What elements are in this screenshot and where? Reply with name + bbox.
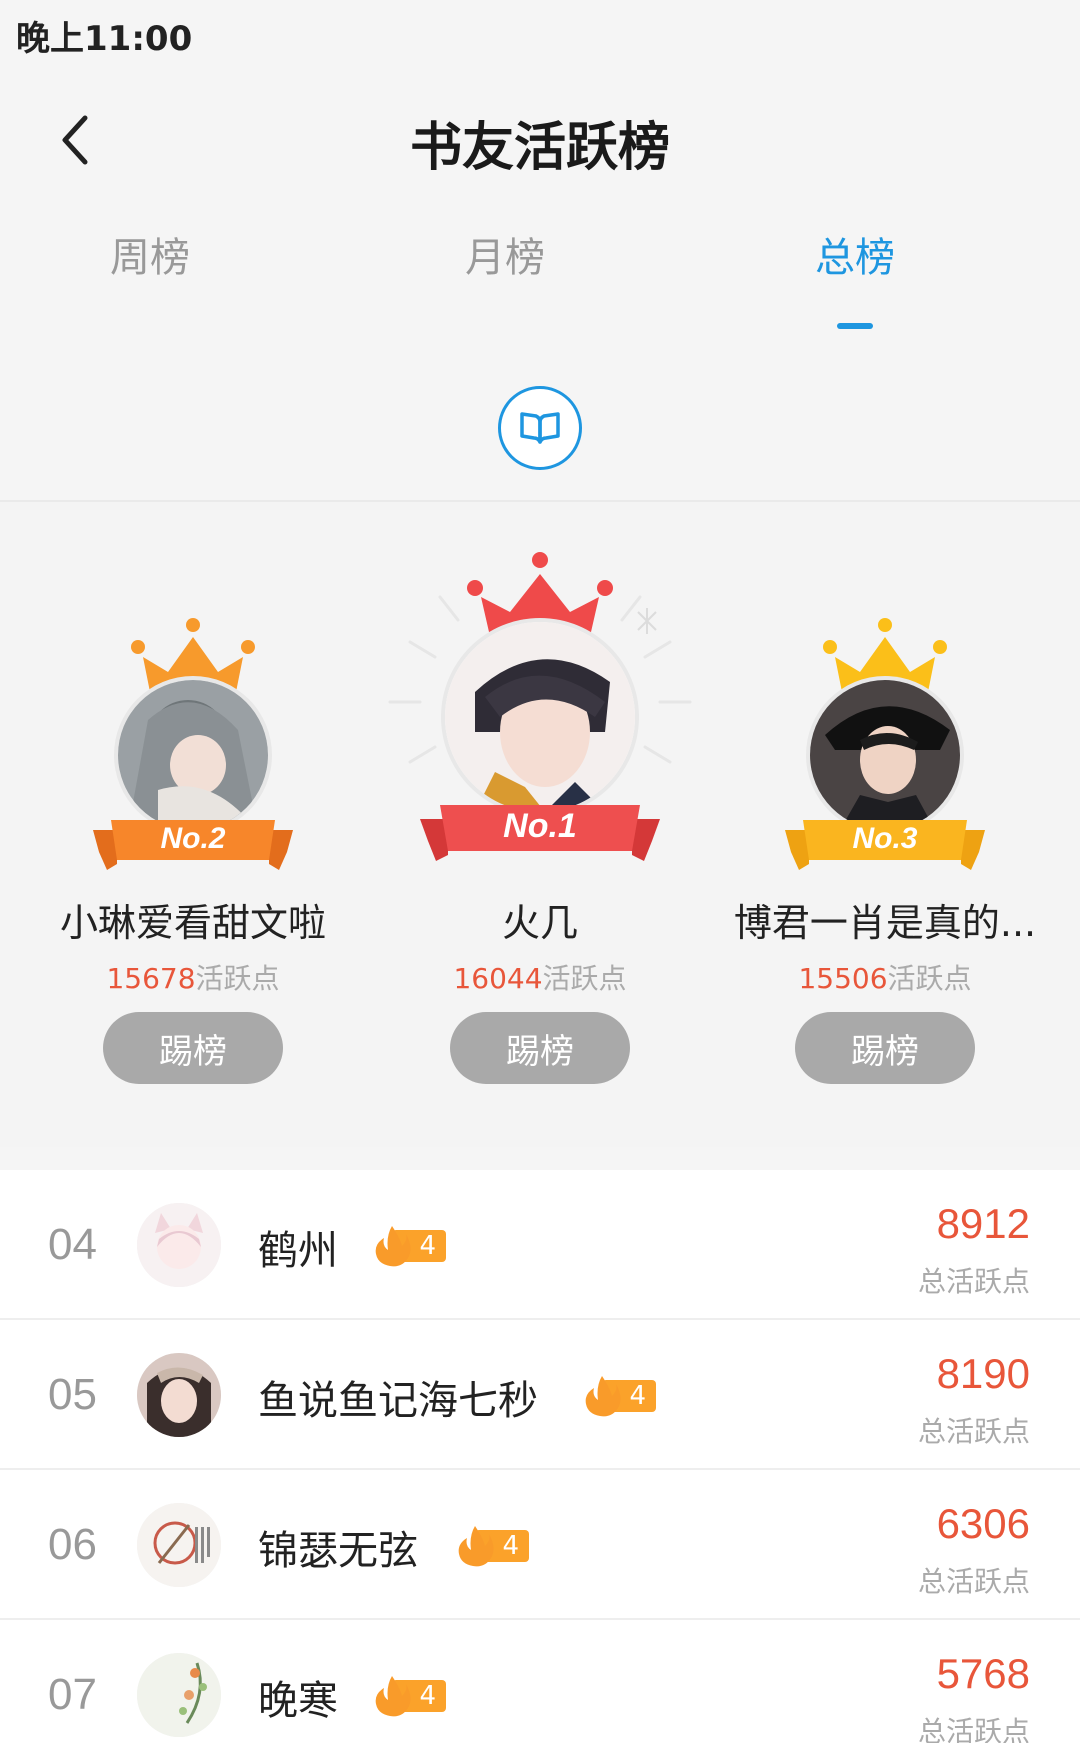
podium-second[interactable]: No.2 小琳爱看甜文啦 15678活跃点 踢榜 [13,502,373,1147]
kick-button[interactable]: 踢榜 [795,1012,975,1084]
avatar [118,680,268,830]
score-label: 总活跃点 [917,1265,1030,1298]
level-badge: 4 [372,1226,446,1267]
podium: No.2 小琳爱看甜文啦 15678活跃点 踢榜 No.1 火几 16044活跃… [0,502,1080,1147]
flame-icon [458,1526,494,1567]
tab-bar: 周榜 月榜 总榜 [0,225,1080,335]
score-value: 5768 [936,1650,1030,1697]
tab-total[interactable]: 总榜 [705,225,1005,335]
status-time: 晚上11:00 [16,18,193,59]
list-item[interactable]: 07 晚寒 4 5768 总活跃点 [0,1620,1080,1743]
user-name: 晚寒 [258,1678,338,1724]
open-book-icon [520,412,560,444]
avatar [137,1503,221,1587]
points-unit: 活跃点 [887,962,972,995]
list-item[interactable]: 05 鱼说鱼记海七秒 4 8190 总活跃点 [0,1320,1080,1470]
podium-first[interactable]: No.1 火几 16044活跃点 踢榜 [360,502,720,1147]
points-value: 15678 [106,962,196,995]
flame-icon [585,1376,621,1417]
tab-label: 周榜 [110,235,190,281]
points-value: 15506 [798,962,888,995]
score-label: 总活跃点 [917,1415,1030,1448]
rank-number: 04 [48,1220,97,1269]
avatar [445,622,635,812]
rank-label: No.1 [503,807,577,845]
kick-button[interactable]: 踢榜 [450,1012,630,1084]
status-bar: 晚上11:00 [0,0,1080,70]
user-name: 博君一肖是真的... [733,901,1037,945]
podium-third[interactable]: No.3 博君一肖是真的... 15506活跃点 踢榜 [705,502,1065,1147]
points-value: 16044 [453,962,543,995]
level-badge: 4 [372,1676,446,1717]
avatar [137,1653,221,1737]
avatar [810,680,960,830]
tab-weekly[interactable]: 周榜 [0,225,300,335]
tab-active-indicator [837,323,873,329]
score-label: 总活跃点 [917,1715,1030,1743]
tab-label: 总榜 [815,235,895,281]
score-label: 总活跃点 [917,1565,1030,1598]
activity-points: 15506活跃点 [705,957,1065,997]
user-name: 小琳爱看甜文啦 [59,901,326,945]
rank-label: No.2 [160,822,226,855]
score-value: 8912 [936,1200,1030,1247]
user-name: 火几 [501,901,578,945]
avatar [137,1353,221,1437]
tab-label: 月榜 [465,235,545,281]
page-title: 书友活跃榜 [409,118,670,178]
book-button[interactable] [498,386,582,470]
rank-number: 06 [48,1520,97,1569]
rank-number: 05 [48,1370,97,1419]
activity-points: 15678活跃点 [13,957,373,997]
score-value: 8190 [936,1350,1030,1397]
ranking-list: 04 鹤州 4 8912 总活跃点 05 鱼说鱼记海七秒 4 8190 总活跃点… [0,1170,1080,1743]
score-value: 6306 [936,1500,1030,1547]
points-unit: 活跃点 [195,962,280,995]
user-name: 锦瑟无弦 [258,1528,418,1574]
user-name: 鹤州 [258,1228,338,1274]
nav-bar: 书友活跃榜 [0,80,1080,200]
level-badge: 4 [582,1376,656,1417]
activity-points: 16044活跃点 [360,957,720,997]
tab-monthly[interactable]: 月榜 [355,225,655,335]
user-name: 鱼说鱼记海七秒 [258,1378,538,1424]
flame-icon [375,1676,411,1717]
kick-button[interactable]: 踢榜 [103,1012,283,1084]
list-item[interactable]: 06 锦瑟无弦 4 6306 总活跃点 [0,1470,1080,1620]
avatar [137,1203,221,1287]
list-item[interactable]: 04 鹤州 4 8912 总活跃点 [0,1170,1080,1320]
rank-number: 07 [48,1670,97,1719]
rank-label: No.3 [852,822,918,855]
level-badge: 4 [455,1526,529,1567]
points-unit: 活跃点 [542,962,627,995]
crown-icon [467,552,613,632]
flame-icon [375,1226,411,1267]
